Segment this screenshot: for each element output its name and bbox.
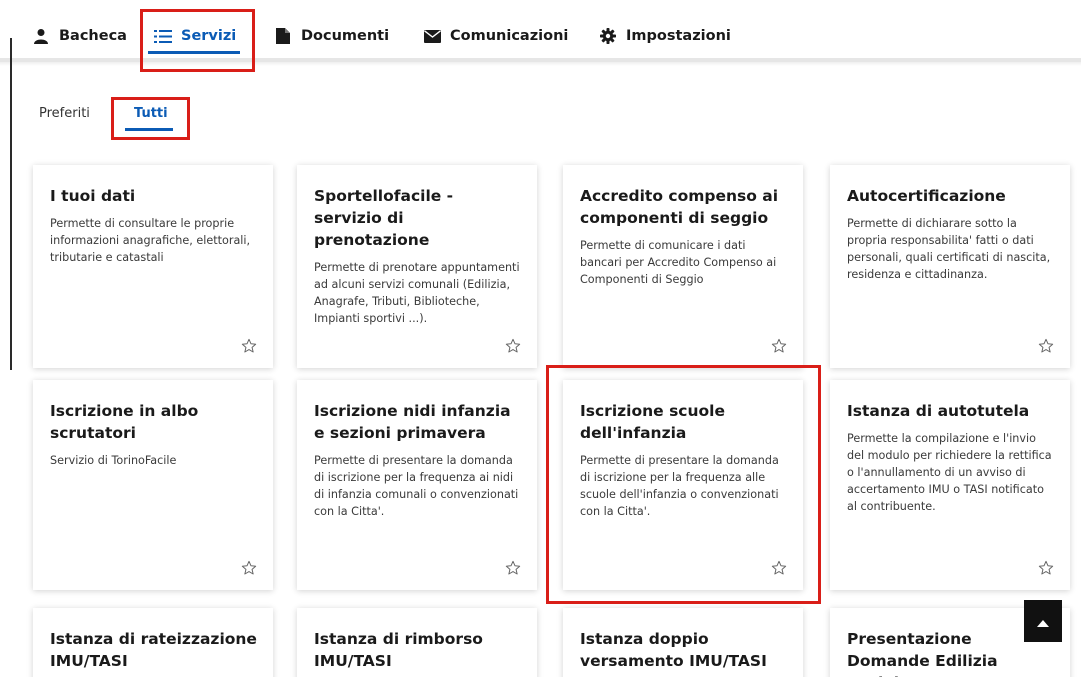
service-card-nidi-infanzia[interactable]: Iscrizione nidi infanzia e sezioni prima… <box>297 380 537 590</box>
service-card-accredito-compenso[interactable]: Accredito compenso ai componenti di segg… <box>563 165 803 368</box>
card-description: Permette di prenotare appuntamenti ad al… <box>314 261 520 325</box>
gear-icon <box>599 28 617 44</box>
card-title: Istanza di rateizzazione IMU/TASI <box>50 630 257 670</box>
star-icon[interactable] <box>1038 338 1054 354</box>
highlight-tutti-tab <box>111 97 190 140</box>
nav-tab-label: Comunicazioni <box>450 28 569 44</box>
service-card-i-tuoi-dati[interactable]: I tuoi dati Permette di consultare le pr… <box>33 165 273 368</box>
service-card-albo-scrutatori[interactable]: Iscrizione in albo scrutatori Servizio d… <box>33 380 273 590</box>
card-description: Servizio di TorinoFacile <box>50 454 177 467</box>
highlight-scuole-infanzia-card <box>546 365 821 604</box>
card-description: Permette la compilazione e l'invio del m… <box>847 432 1052 513</box>
star-icon[interactable] <box>505 338 521 354</box>
envelope-icon <box>423 28 441 44</box>
star-icon[interactable] <box>241 560 257 576</box>
service-card-sportellofacile[interactable]: Sportellofacile - servizio di prenotazio… <box>297 165 537 368</box>
nav-tab-label: Impostazioni <box>626 28 731 44</box>
service-card-doppio-versamento[interactable]: Istanza doppio versamento IMU/TASI <box>563 608 803 677</box>
nav-tab-comunicazioni[interactable]: Comunicazioni <box>423 28 568 44</box>
card-title: Iscrizione nidi infanzia e sezioni prima… <box>314 402 511 442</box>
card-title: Sportellofacile - servizio di prenotazio… <box>314 187 454 249</box>
nav-tab-impostazioni[interactable]: Impostazioni <box>599 28 731 44</box>
card-title: Presentazione Domande Edilizia Sociale <box>847 630 998 677</box>
scroll-to-top-button[interactable] <box>1024 600 1062 642</box>
subtab-preferiti[interactable]: Preferiti <box>39 106 90 121</box>
highlight-servizi-tab <box>140 9 255 72</box>
card-title: Accredito compenso ai componenti di segg… <box>580 187 779 227</box>
card-description: Permette di consultare le proprie inform… <box>50 217 251 264</box>
service-card-rimborso[interactable]: Istanza di rimborso IMU/TASI <box>297 608 537 677</box>
card-title: I tuoi dati <box>50 187 136 205</box>
card-title: Iscrizione in albo scrutatori <box>50 402 199 442</box>
card-description: Permette di presentare la domanda di isc… <box>314 454 519 518</box>
user-icon <box>32 28 50 44</box>
card-description: Permette di dichiarare sotto la propria … <box>847 217 1051 281</box>
nav-tab-label: Documenti <box>301 28 390 44</box>
service-card-rateizzazione[interactable]: Istanza di rateizzazione IMU/TASI <box>33 608 273 677</box>
nav-tab-label: Bacheca <box>59 28 127 44</box>
service-card-autotutela[interactable]: Istanza di autotutela Permette la compil… <box>830 380 1070 590</box>
document-icon <box>274 28 292 44</box>
star-icon[interactable] <box>771 338 787 354</box>
card-title: Istanza di autotutela <box>847 402 1030 420</box>
star-icon[interactable] <box>1038 560 1054 576</box>
star-icon[interactable] <box>505 560 521 576</box>
card-description: Permette di comunicare i dati bancari pe… <box>580 239 777 286</box>
nav-tab-documenti[interactable]: Documenti <box>274 28 389 44</box>
star-icon[interactable] <box>241 338 257 354</box>
left-border-line <box>10 38 12 370</box>
card-title: Autocertificazione <box>847 187 1006 205</box>
card-title: Istanza doppio versamento IMU/TASI <box>580 630 767 670</box>
service-card-autocertificazione[interactable]: Autocertificazione Permette di dichiarar… <box>830 165 1070 368</box>
card-title: Istanza di rimborso IMU/TASI <box>314 630 483 670</box>
caret-up-icon <box>1037 612 1049 631</box>
nav-tab-bacheca[interactable]: Bacheca <box>32 28 127 44</box>
